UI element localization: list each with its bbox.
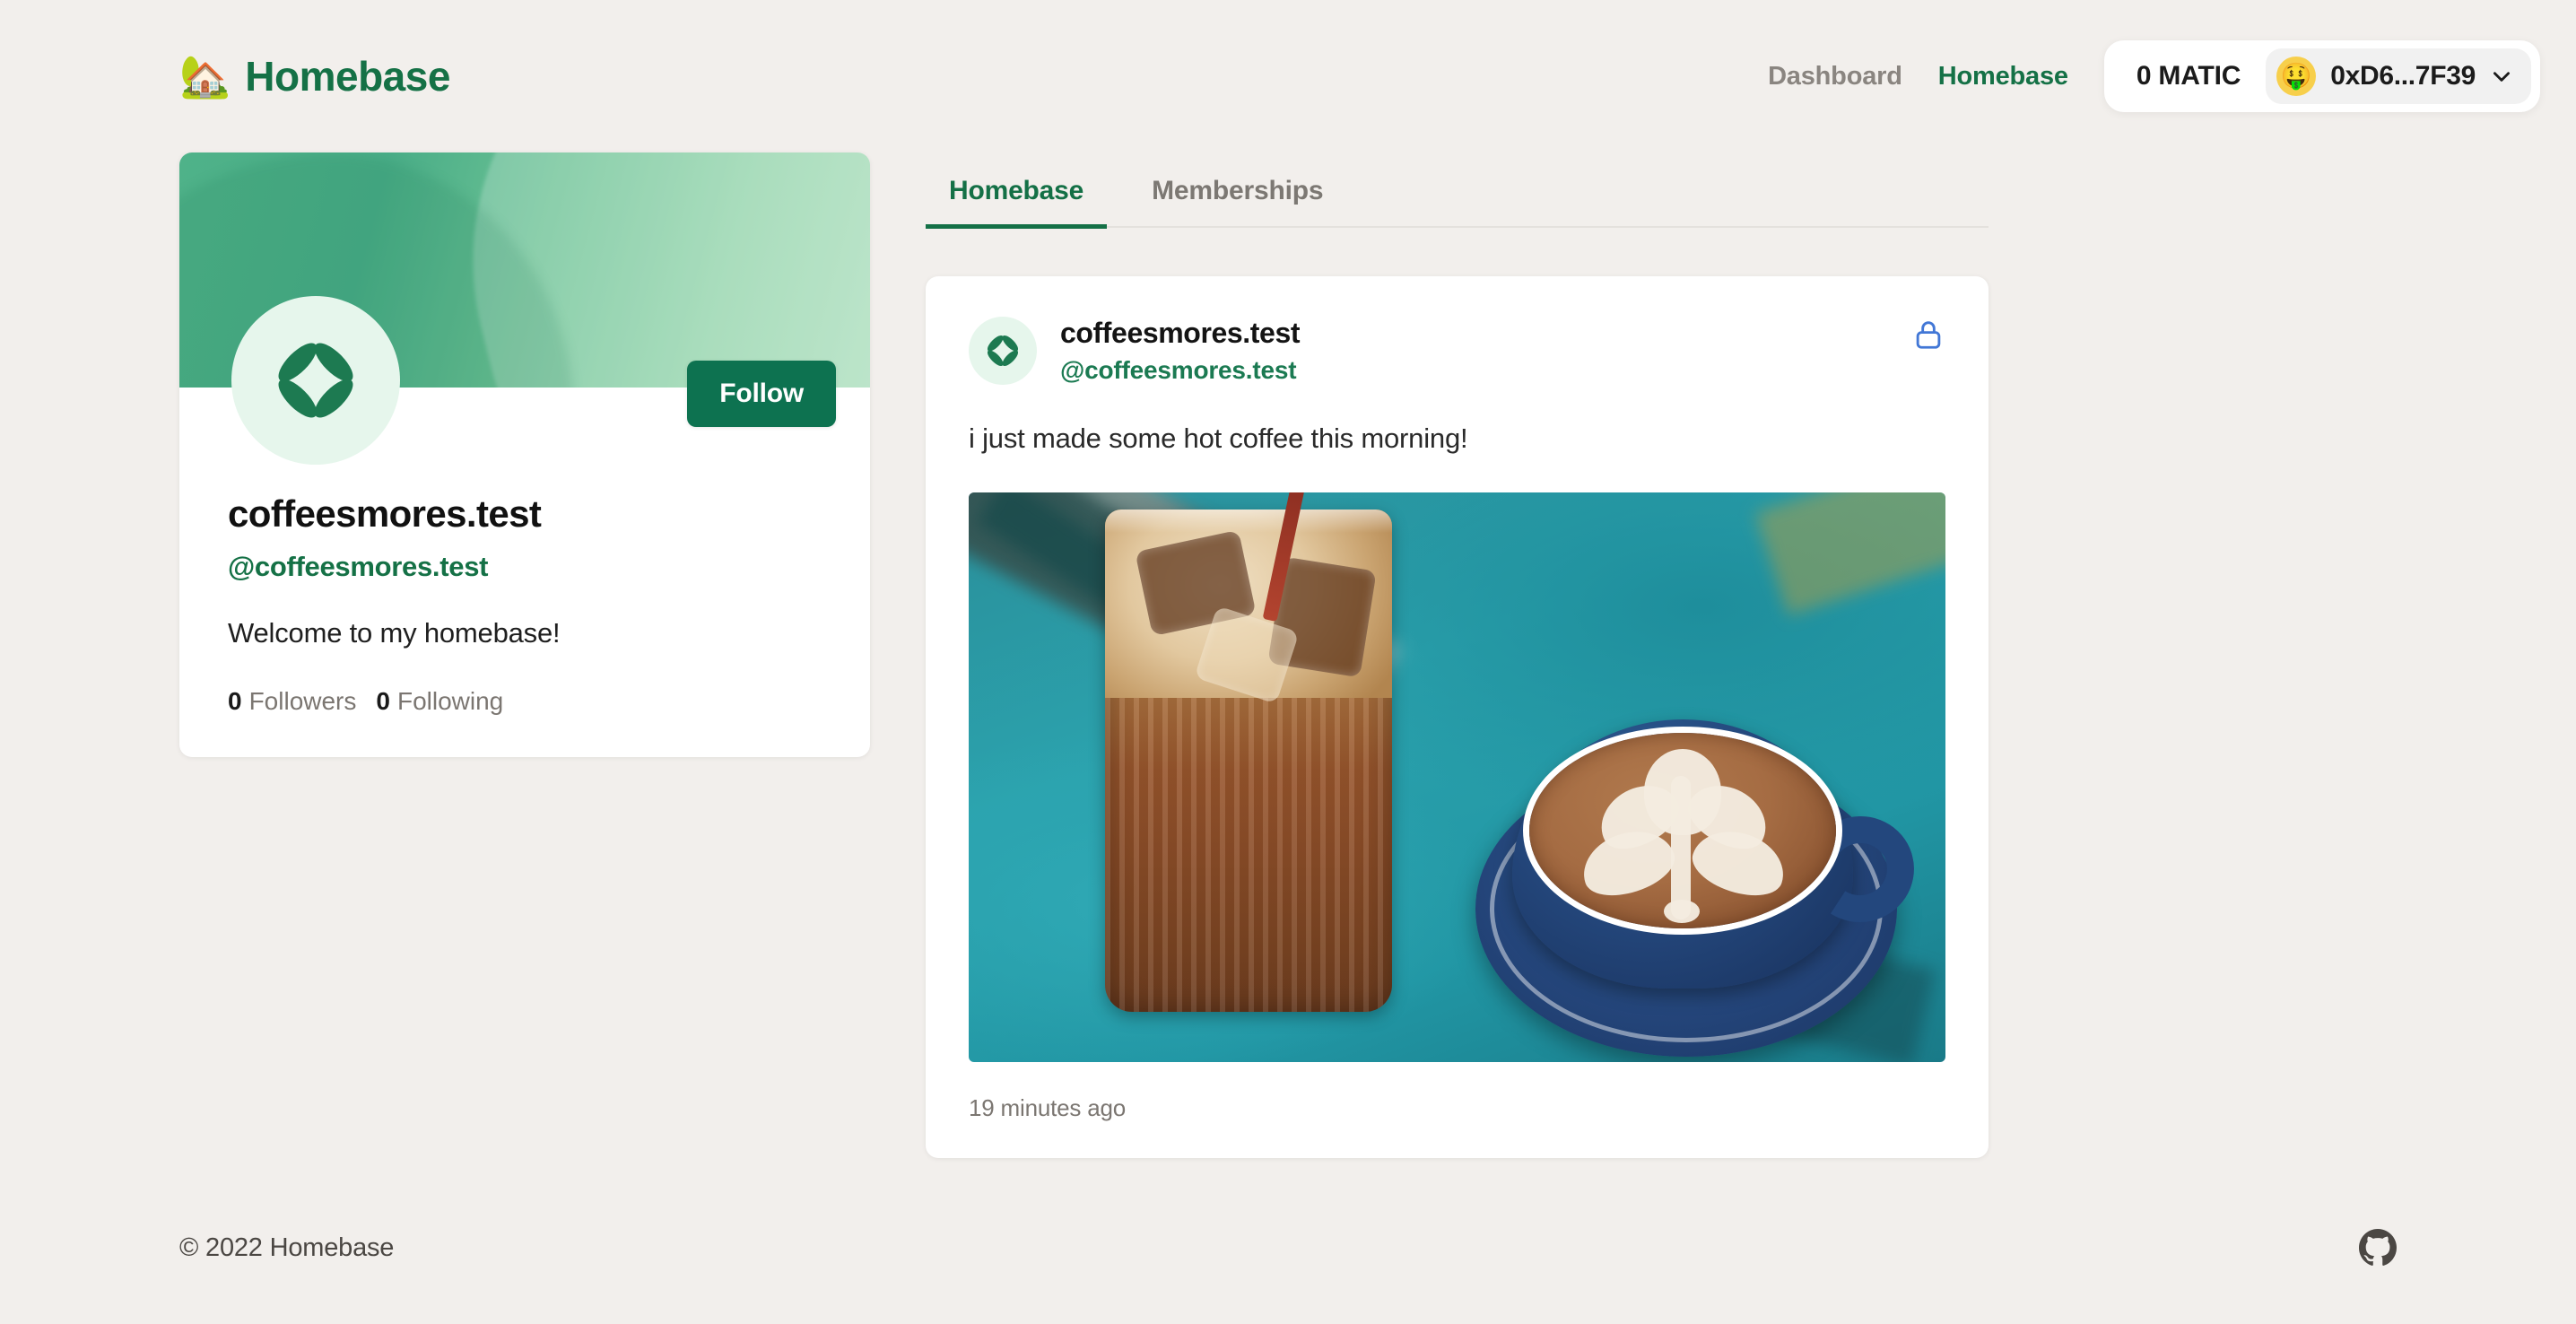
four-petal-flower-icon <box>987 335 1019 366</box>
wallet-address: 0xD6...7F39 <box>2330 61 2476 91</box>
avatar[interactable] <box>231 296 400 465</box>
footer: © 2022 Homebase <box>0 1172 2576 1324</box>
wallet-balance: 0 MATIC <box>2136 61 2241 91</box>
house-with-garden-icon: 🏡 <box>179 53 231 100</box>
wallet-widget[interactable]: 0 MATIC 🤑 0xD6...7F39 <box>2103 40 2540 112</box>
following-count: 0 <box>376 687 390 716</box>
profile-card: Follow coffeesmores.test @coffeesmores.t… <box>179 152 870 758</box>
wallet-account-button[interactable]: 🤑 0xD6...7F39 <box>2266 48 2531 104</box>
nav-link-dashboard[interactable]: Dashboard <box>1768 62 1902 91</box>
following-stat[interactable]: 0 Following <box>376 687 503 716</box>
followers-count: 0 <box>228 687 242 716</box>
copyright-text: © 2022 Homebase <box>179 1233 395 1262</box>
latte-art-tip <box>1663 899 1700 923</box>
latte-art-leaf-right-2 <box>1684 820 1793 906</box>
lock-icon[interactable] <box>1911 318 1945 352</box>
profile-bio: Welcome to my homebase! <box>228 617 561 649</box>
feed-column: Homebase Memberships coffeesmores.test @… <box>926 152 1989 1159</box>
top-navigation-bar: 🏡 Homebase Dashboard Homebase 0 MATIC 🤑 … <box>0 0 2576 152</box>
following-label: Following <box>396 687 504 716</box>
post-author-name[interactable]: coffeesmores.test <box>1060 316 1300 350</box>
glass-ribbing <box>1105 650 1393 1013</box>
brand-logo[interactable]: 🏡 Homebase <box>179 52 450 100</box>
post-image[interactable] <box>969 492 1945 1063</box>
follow-button[interactable]: Follow <box>687 361 836 427</box>
nav-link-homebase[interactable]: Homebase <box>1938 62 2068 91</box>
table-highlight-2 <box>1754 492 1945 616</box>
profile-handle[interactable]: @coffeesmores.test <box>228 551 822 583</box>
latte-crema <box>1528 732 1836 928</box>
profile-stats: 0 Followers 0 Following <box>228 687 822 716</box>
post-card: coffeesmores.test @coffeesmores.test i j… <box>926 276 1989 1159</box>
brand-name: Homebase <box>245 53 450 100</box>
latte-art-leaf-left-2 <box>1573 820 1682 906</box>
app-root: 🏡 Homebase Dashboard Homebase 0 MATIC 🤑 … <box>0 0 2576 1324</box>
latte-cup <box>1511 719 1924 989</box>
glass-rim <box>1105 510 1393 534</box>
followers-stat[interactable]: 0 Followers <box>228 687 356 716</box>
post-timestamp: 19 minutes ago <box>969 1094 1126 1122</box>
main-content: Follow coffeesmores.test @coffeesmores.t… <box>0 152 2576 1172</box>
post-text: i just made some hot coffee this morning… <box>969 422 1468 455</box>
four-petal-flower-icon <box>278 343 353 418</box>
post-author-handle[interactable]: @coffeesmores.test <box>1060 356 1300 385</box>
post-author-block: coffeesmores.test @coffeesmores.test <box>1060 316 1300 385</box>
followers-label: Followers <box>248 687 357 716</box>
post-author-avatar[interactable] <box>969 316 1037 385</box>
primary-nav: Dashboard Homebase 0 MATIC 🤑 0xD6...7F39 <box>1768 40 2540 112</box>
post-header: coffeesmores.test @coffeesmores.test <box>969 316 1945 385</box>
iced-coffee-glass <box>1105 510 1393 1013</box>
github-icon[interactable] <box>2359 1229 2397 1267</box>
money-mouth-face-icon: 🤑 <box>2276 57 2317 96</box>
chevron-down-icon <box>2493 72 2510 82</box>
profile-name: coffeesmores.test <box>228 492 542 535</box>
tab-homebase[interactable]: Homebase <box>926 160 1108 229</box>
feed-tabs: Homebase Memberships <box>926 160 1989 229</box>
tab-memberships[interactable]: Memberships <box>1128 160 1346 229</box>
